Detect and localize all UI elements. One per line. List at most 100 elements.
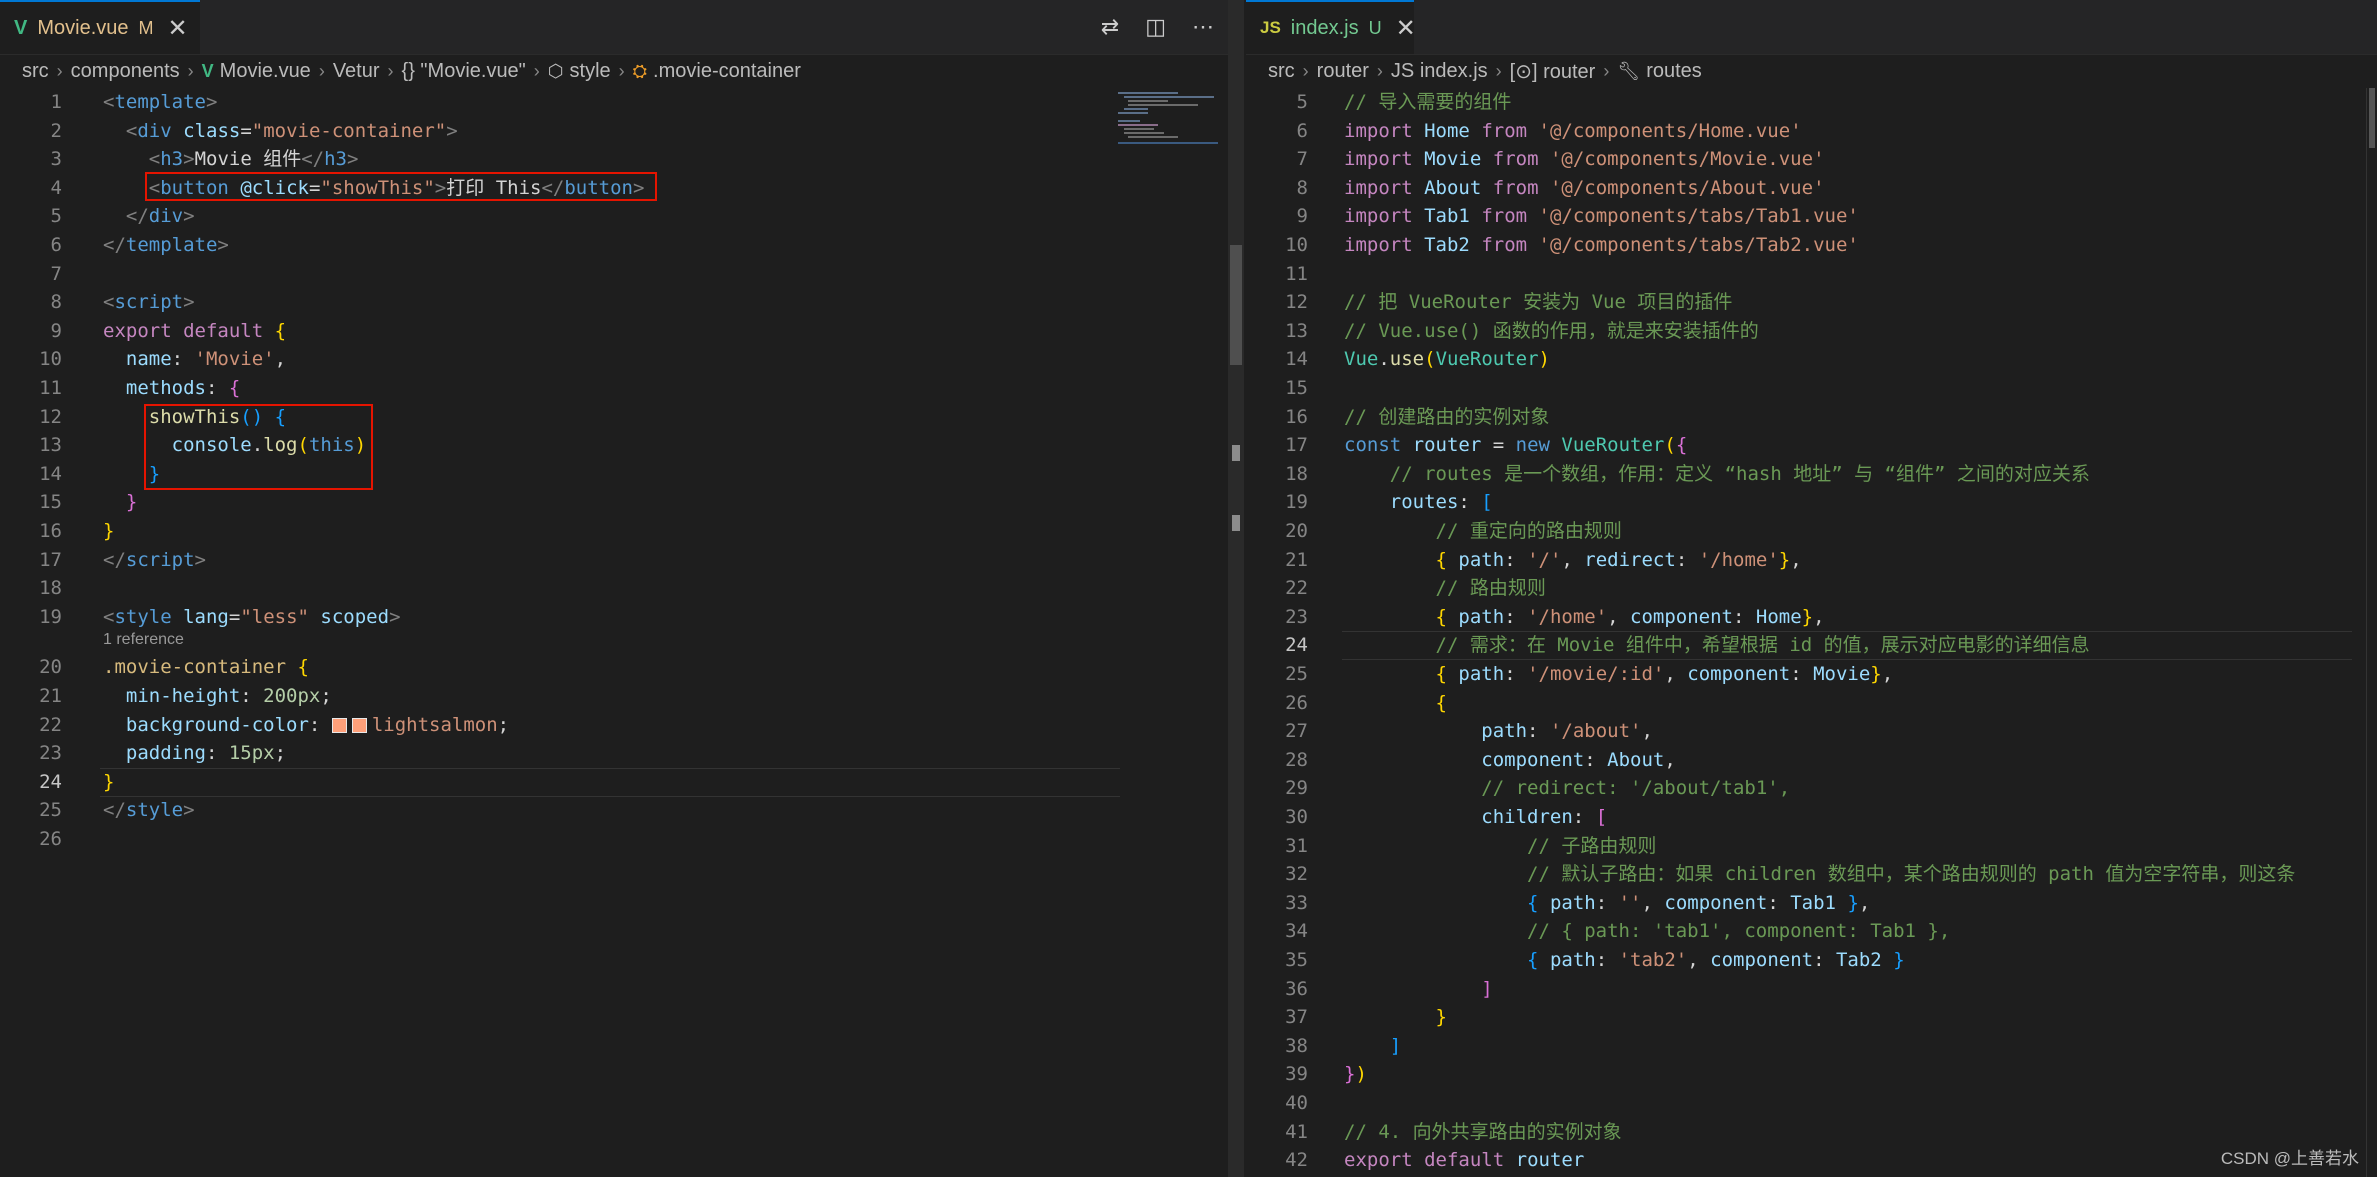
breadcrumb-item-src[interactable]: src [1268, 60, 1295, 83]
code-line[interactable]: 19 routes: [ [1246, 488, 2377, 516]
code-token: > [446, 119, 458, 142]
code-line[interactable]: 6 import Home from '@/components/Home.vue… [1246, 117, 2377, 145]
code-line[interactable]: 11 [1246, 260, 2377, 288]
code-line[interactable]: 33 { path: '', component: Tab1 }, [1246, 889, 2377, 917]
breadcrumb-item-router[interactable]: router [1317, 60, 1369, 83]
chevron-right-icon: › [533, 60, 540, 81]
code-line[interactable]: 13 // Vue.use() 函数的作用，就是来安装插件的 [1246, 317, 2377, 345]
code-line[interactable]: 24} [0, 768, 1244, 796]
code-line[interactable]: 16} [0, 517, 1244, 545]
code-line[interactable]: 24 // 需求：在 Movie 组件中，希望根据 id 的值，展示对应电影的详… [1246, 631, 2377, 659]
breadcrumb-item-style[interactable]: style [570, 60, 611, 83]
code-line[interactable]: 7 [0, 260, 1244, 288]
close-icon[interactable]: ✕ [1396, 14, 1416, 43]
code-line[interactable]: 10 import Tab2 from '@/components/tabs/Ta… [1246, 231, 2377, 259]
code-editor[interactable]: 5 // 导入需要的组件 6 import Home from '@/componen… [1246, 88, 2377, 1177]
code-line[interactable]: 22 // 路由规则 [1246, 574, 2377, 602]
code-line[interactable]: 2 <div class="movie-container"> [0, 117, 1244, 145]
editor-scrollbar[interactable] [1228, 0, 1244, 1177]
code-line[interactable]: 36 ] [1246, 975, 2377, 1003]
code-line[interactable]: 28 component: About, [1246, 746, 2377, 774]
code-line[interactable]: 26 { [1246, 689, 2377, 717]
breadcrumb-item-components[interactable]: components [71, 60, 180, 83]
code-line[interactable]: 16 // 创建路由的实例对象 [1246, 403, 2377, 431]
code-line[interactable]: 29 // redirect: '/about/tab1', [1246, 774, 2377, 802]
code-line[interactable]: 5 </div> [0, 202, 1244, 230]
code-line[interactable]: 18 [0, 574, 1244, 602]
code-line[interactable]: 11 methods: { [0, 374, 1244, 402]
code-line[interactable]: 1 <template> [0, 88, 1244, 116]
code-line[interactable]: 38 ] [1246, 1032, 2377, 1060]
code-line[interactable]: 8 <script> [0, 288, 1244, 316]
breadcrumb-item-file[interactable]: Movie.vue [220, 60, 311, 83]
code-line[interactable]: 39}) [1246, 1060, 2377, 1088]
code-line[interactable]: 12 // 把 VueRouter 安装为 Vue 项目的插件 [1246, 288, 2377, 316]
code-line[interactable]: 20 // 重定向的路由规则 [1246, 517, 2377, 545]
breadcrumb-item-variable[interactable]: [⊙] router [1510, 59, 1596, 84]
code-line[interactable]: 42 export default router [1246, 1146, 2377, 1174]
code-line[interactable]: 18 // routes 是一个数组，作用：定义 “hash 地址” 与 “组件… [1246, 460, 2377, 488]
breadcrumb-item-file[interactable]: JS index.js [1391, 60, 1488, 83]
code-line[interactable]: 21 min-height: 200px; [0, 682, 1244, 710]
open-changes-icon[interactable]: ⇄ [1101, 14, 1119, 40]
tab-index-js[interactable]: JS index.js U ✕ [1246, 0, 1416, 54]
code-line[interactable]: 21 { path: '/', redirect: '/home'}, [1246, 546, 2377, 574]
code-line[interactable]: 30 children: [ [1246, 803, 2377, 831]
code-line[interactable]: 23 { path: '/home', component: Home}, [1246, 603, 2377, 631]
code-line[interactable]: 41 // 4. 向外共享路由的实例对象 [1246, 1118, 2377, 1146]
code-line[interactable]: 17 </script> [0, 546, 1244, 574]
code-line[interactable]: 15 } [0, 488, 1244, 516]
code-token: ) [1355, 1063, 1367, 1086]
code-token: > [183, 148, 195, 171]
code-editor[interactable]: 1 <template> 2 <div class="movie-container… [0, 88, 1244, 1177]
code-line[interactable]: 5 // 导入需要的组件 [1246, 88, 2377, 116]
code-line[interactable]: 9 export default { [0, 317, 1244, 345]
line-number: 16 [39, 520, 62, 542]
code-line[interactable]: 23 padding: 15px; [0, 739, 1244, 767]
codelens-references[interactable]: 1 reference [103, 629, 184, 651]
code-line[interactable]: 34 // { path: 'tab1', component: Tab1 }, [1246, 917, 2377, 945]
code-text: } [1344, 1003, 1447, 1031]
code-line[interactable]: 17 const router = new VueRouter({ [1246, 431, 2377, 459]
code-line[interactable]: 35 { path: 'tab2', component: Tab2 } [1246, 946, 2377, 974]
code-line[interactable]: 25 { path: '/movie/:id', component: Movi… [1246, 660, 2377, 688]
breadcrumb-item-vetur[interactable]: Vetur [333, 60, 380, 83]
scrollbar-thumb[interactable] [1230, 245, 1242, 365]
code-line[interactable]: 26 [0, 825, 1244, 853]
code-line[interactable]: 9 import Tab1 from '@/components/tabs/Tab… [1246, 202, 2377, 230]
code-line[interactable]: 25 </style> [0, 796, 1244, 824]
breadcrumb-item-src[interactable]: src [22, 60, 49, 83]
split-editor-icon[interactable]: ◫ [1145, 14, 1166, 40]
code-line[interactable]: 32 // 默认子路由：如果 children 数组中，某个路由规则的 path… [1246, 860, 2377, 888]
code-line[interactable]: 7 import Movie from '@/components/Movie.v… [1246, 145, 2377, 173]
code-line[interactable]: 37 } [1246, 1003, 2377, 1031]
close-icon[interactable]: ✕ [168, 14, 188, 43]
code-line[interactable]: 22 background-color: lightsalmon; [0, 711, 1244, 739]
breadcrumb-item-module[interactable]: {} "Movie.vue" [402, 60, 526, 83]
editor-scrollbar[interactable] [2366, 88, 2377, 1177]
code-line[interactable]: 31 // 子路由规则 [1246, 832, 2377, 860]
code-line[interactable]: 3 <h3>Movie 组件</h3> [0, 145, 1244, 173]
breadcrumb-item-property[interactable]: routes [1646, 60, 1702, 83]
code-token: : [1813, 949, 1836, 971]
code-text: </style> [103, 796, 195, 824]
code-token: About [1424, 176, 1482, 199]
tab-movie-vue[interactable]: V Movie.vue M ✕ [0, 0, 200, 54]
more-actions-icon[interactable]: ⋯ [1192, 14, 1214, 40]
code-text: </template> [103, 231, 229, 259]
code-text: name: 'Movie', [103, 345, 286, 373]
code-line[interactable]: 6 </template> [0, 231, 1244, 259]
code-line[interactable]: 14 Vue.use(VueRouter) [1246, 345, 2377, 373]
code-line[interactable]: 40 [1246, 1089, 2377, 1117]
code-line[interactable]: 19 <style lang="less" scoped> [0, 603, 1244, 631]
scrollbar-thumb[interactable] [2369, 88, 2375, 148]
code-line[interactable]: 10 name: 'Movie', [0, 345, 1244, 373]
code-line[interactable]: 20 .movie-container { [0, 653, 1244, 681]
code-line[interactable]: 15 [1246, 374, 2377, 402]
breadcrumb-item-selector[interactable]: .movie-container [653, 60, 801, 83]
code-line[interactable]: 8 import About from '@/components/About.v… [1246, 174, 2377, 202]
code-line[interactable]: 27 path: '/about', [1246, 717, 2377, 745]
